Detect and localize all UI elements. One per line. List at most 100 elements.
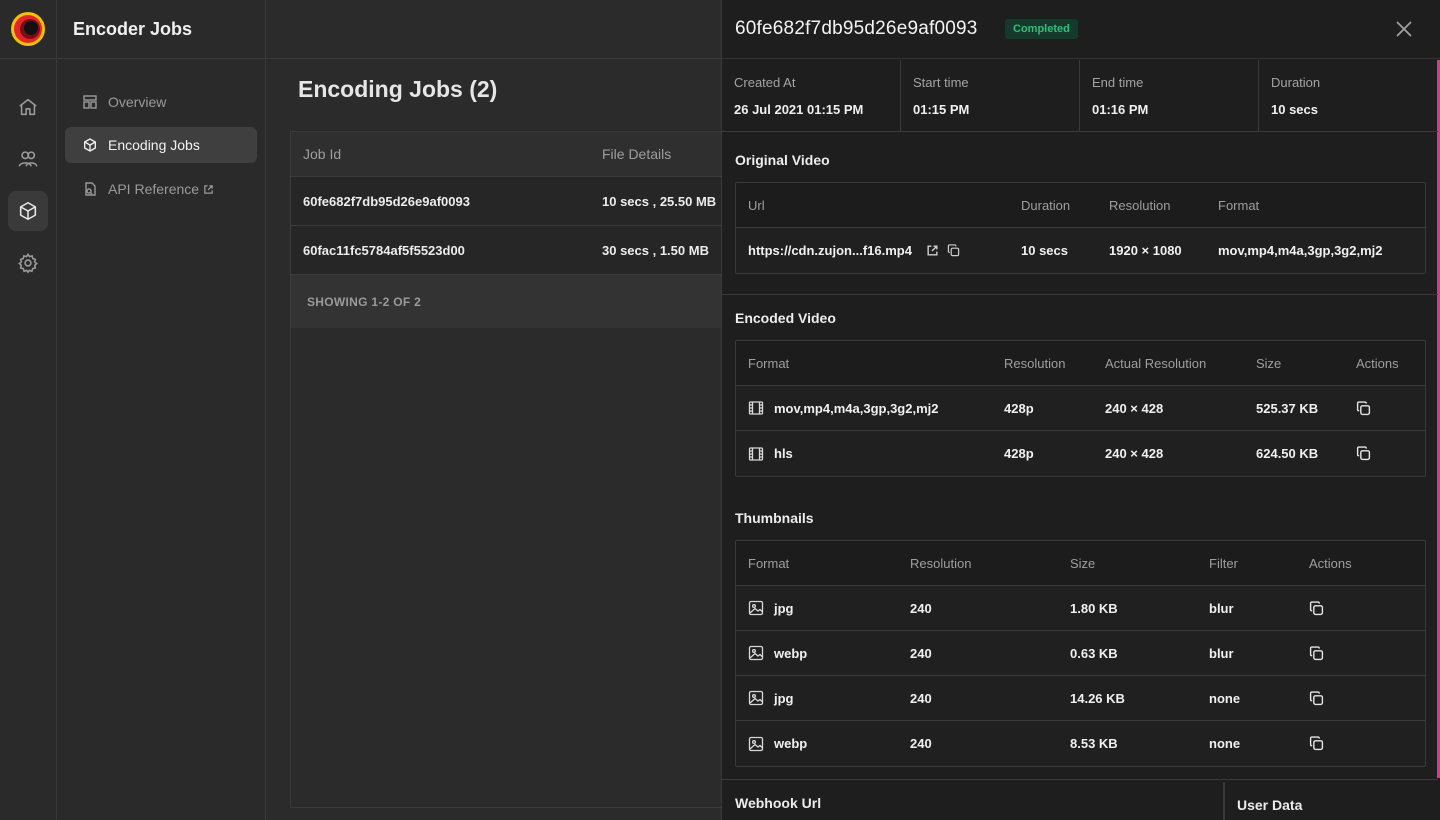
job-details-drawer: 60fe682f7db95d26e9af0093 Completed Creat…	[721, 0, 1440, 820]
size-cell: 1.80 KB	[1070, 600, 1118, 616]
encoded-video-title: Encoded Video	[735, 310, 836, 326]
format-cell: jpg	[736, 690, 898, 706]
size-cell: 8.53 KB	[1070, 736, 1118, 751]
encoded-video-table: Format Resolution Actual Resolution Size…	[735, 340, 1426, 477]
nav-sidebar: Encoder Jobs Overview Encoding Jobs API …	[57, 0, 266, 820]
job-meta: Created At 26 Jul 2021 01:15 PM Start ti…	[722, 60, 1438, 132]
meta-value: 26 Jul 2021 01:15 PM	[734, 102, 864, 117]
table-row[interactable]: 60fe682f7db95d26e9af0093 10 secs , 25.50…	[291, 177, 729, 226]
resolution-cell: 240	[910, 690, 932, 706]
file-details-cell: 30 secs , 1.50 MB	[602, 242, 709, 258]
copy-icon[interactable]	[1356, 400, 1371, 416]
resolution-cell: 240	[910, 600, 932, 616]
page-title: Encoding Jobs (2)	[298, 76, 498, 102]
resolution-cell: 428p	[1004, 446, 1034, 461]
actions-cell	[1344, 446, 1371, 461]
url-cell: https://cdn.zujon...f16.mp4	[736, 243, 1009, 258]
copy-icon[interactable]	[1309, 645, 1324, 661]
column-header-file-details[interactable]: File Details	[590, 146, 671, 162]
doc-icon	[85, 182, 96, 196]
format-cell: jpg	[736, 600, 898, 616]
column-header: Filter	[1209, 555, 1238, 571]
meta-value: 01:15 PM	[913, 102, 970, 117]
app-title: Encoder Jobs	[57, 0, 265, 59]
rail-settings-button[interactable]	[8, 243, 48, 283]
users-icon	[18, 151, 38, 167]
webhook-url-title: Webhook Url	[735, 795, 822, 811]
table-row: jpg 240 1.80 KB blur	[736, 586, 1425, 631]
column-header: Resolution	[1004, 355, 1066, 371]
film-icon	[748, 401, 764, 415]
column-header: Size	[1256, 355, 1282, 371]
format-cell: webp	[736, 736, 898, 752]
brand-logo-icon[interactable]	[9, 10, 47, 48]
column-header: Actions	[1309, 555, 1352, 571]
actions-cell	[1344, 400, 1371, 416]
external-link-icon	[204, 184, 213, 194]
copy-icon[interactable]	[947, 244, 960, 257]
meta-start-time: Start time 01:15 PM	[901, 60, 1080, 131]
actual-resolution-cell: 240 × 428	[1105, 400, 1164, 416]
nav-item-api-reference[interactable]: API Reference	[65, 171, 257, 207]
resolution-cell: 240	[910, 645, 932, 661]
actual-resolution-cell: 240 × 428	[1105, 446, 1164, 461]
filter-cell: blur	[1209, 645, 1234, 661]
format-label: jpg	[774, 690, 794, 706]
logo-area	[0, 0, 56, 59]
copy-icon[interactable]	[1309, 736, 1324, 751]
table-row: hls 428p 240 × 428 624.50 KB	[736, 431, 1425, 476]
image-icon	[748, 736, 764, 751]
layout-icon	[83, 95, 97, 109]
actions-cell	[1297, 645, 1324, 661]
size-cell: 0.63 KB	[1070, 645, 1118, 661]
image-icon	[748, 690, 764, 706]
table-row[interactable]: 60fac11fc5784af5f5523d00 30 secs , 1.50 …	[291, 226, 729, 275]
video-url[interactable]: https://cdn.zujon...f16.mp4	[748, 243, 912, 258]
status-badge: Completed	[1005, 19, 1078, 39]
column-header: Resolution	[910, 555, 972, 571]
table-row: jpg 240 14.26 KB none	[736, 676, 1425, 721]
drawer-header: 60fe682f7db95d26e9af0093 Completed	[722, 0, 1440, 59]
drawer-job-id: 60fe682f7db95d26e9af0093	[735, 18, 978, 39]
format-label: webp	[774, 645, 808, 661]
section-divider	[1223, 782, 1225, 820]
meta-label: End time	[1092, 75, 1144, 90]
rail-jobs-button[interactable]	[8, 191, 48, 231]
copy-icon[interactable]	[1356, 446, 1371, 461]
column-header: Resolution	[1109, 197, 1171, 213]
job-id-cell: 60fe682f7db95d26e9af0093	[303, 193, 470, 209]
copy-icon[interactable]	[1309, 690, 1324, 706]
nav-item-label: API Reference	[108, 181, 200, 197]
resolution-cell: 240	[910, 736, 932, 751]
meta-label: Duration	[1271, 75, 1321, 90]
nav-item-encoding-jobs[interactable]: Encoding Jobs	[65, 127, 257, 163]
cube-icon	[19, 201, 37, 221]
thumbnails-title: Thumbnails	[735, 510, 814, 526]
format-label: webp	[774, 736, 808, 751]
filter-cell: blur	[1209, 600, 1234, 616]
image-icon	[748, 645, 764, 661]
column-header-job-id[interactable]: Job Id	[291, 146, 590, 162]
main-content: Encoding Jobs (2) Job Id File Details 60…	[266, 0, 730, 820]
actions-cell	[1297, 736, 1324, 751]
filter-cell: none	[1209, 736, 1241, 751]
nav-item-overview[interactable]: Overview	[65, 84, 257, 120]
jobs-table: Job Id File Details 60fe682f7db95d26e9af…	[290, 131, 730, 808]
icon-rail	[0, 0, 57, 820]
copy-icon[interactable]	[1309, 600, 1324, 616]
table-row: webp 240 8.53 KB none	[736, 721, 1425, 766]
close-icon[interactable]	[1395, 20, 1413, 38]
rail-home-button[interactable]	[8, 87, 48, 127]
table-header: Url Duration Resolution Format	[736, 183, 1425, 228]
original-video-table: Url Duration Resolution Format https://c…	[735, 182, 1426, 274]
table-header: Format Resolution Size Filter Actions	[736, 541, 1425, 586]
external-link-icon[interactable]	[926, 244, 939, 257]
table-header: Format Resolution Actual Resolution Size…	[736, 341, 1425, 386]
nav-item-label: Overview	[108, 94, 167, 110]
table-row: mov,mp4,m4a,3gp,3g2,mj2 428p 240 × 428 5…	[736, 386, 1425, 431]
column-header: Size	[1070, 555, 1096, 571]
actions-cell	[1297, 600, 1324, 616]
column-header: Duration	[1021, 197, 1071, 213]
rail-users-button[interactable]	[8, 139, 48, 179]
size-cell: 525.37 KB	[1256, 400, 1319, 416]
